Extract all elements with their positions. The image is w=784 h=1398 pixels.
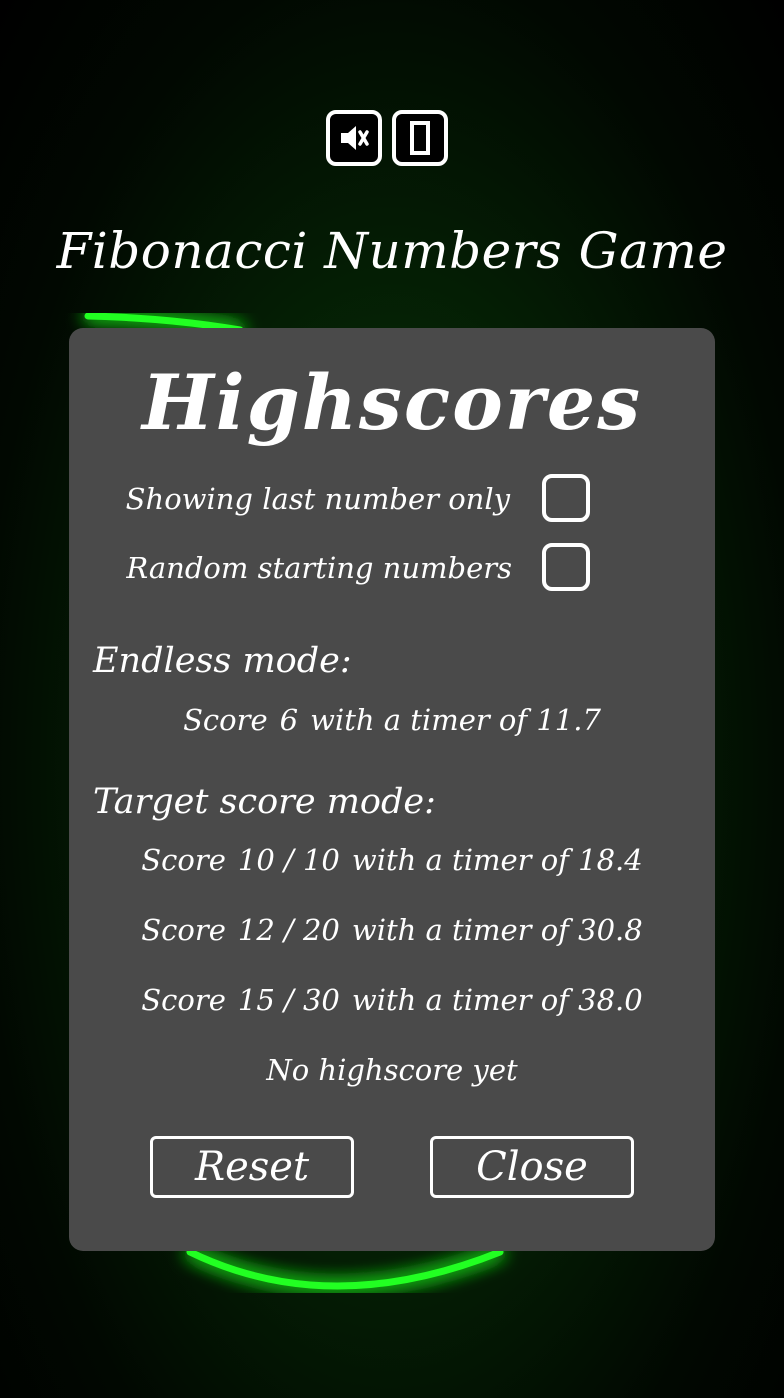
score-value: 15 / 30 [237, 983, 340, 1017]
phone-portrait-icon [410, 121, 430, 155]
score-word: Score [141, 843, 226, 877]
speaker-muted-icon [341, 126, 369, 150]
score-word: Score [141, 983, 226, 1017]
timer-text: with a timer of 30.8 [351, 913, 643, 947]
target-score-line-10: Score 10 / 10 with a timer of 18.4 [69, 843, 715, 877]
option-label: Random starting numbers [126, 551, 512, 585]
endless-mode-heading: Endless mode: [93, 641, 352, 681]
timer-text: with a timer of 38.0 [351, 983, 643, 1017]
random-start-checkbox[interactable] [542, 543, 590, 591]
option-random-start: Random starting numbers [69, 543, 715, 591]
target-mode-heading: Target score mode: [93, 782, 436, 822]
score-word: Score [141, 913, 226, 947]
highscores-panel: Highscores Showing last number only Rand… [69, 328, 715, 1251]
no-highscore-text: No highscore yet [266, 1053, 518, 1087]
option-label: Showing last number only [125, 482, 510, 516]
score-value: 6 [279, 703, 299, 737]
score-word: Score [183, 703, 268, 737]
game-title: Fibonacci Numbers Game [56, 222, 728, 280]
sound-toggle-button[interactable] [326, 110, 382, 166]
top-controls [326, 110, 448, 166]
endless-score-line: Score 6 with a timer of 11.7 [69, 703, 715, 737]
score-value: 12 / 20 [237, 913, 340, 947]
target-score-line-20: Score 12 / 20 with a timer of 30.8 [69, 913, 715, 947]
orientation-toggle-button[interactable] [392, 110, 448, 166]
glow-ring-bottom-arc [186, 1248, 504, 1290]
highscores-title: Highscores [141, 358, 642, 447]
option-last-number-only: Showing last number only [69, 474, 715, 522]
close-button[interactable]: Close [430, 1136, 634, 1198]
timer-text: with a timer of 11.7 [310, 703, 601, 737]
target-score-line-30: Score 15 / 30 with a timer of 38.0 [69, 983, 715, 1017]
timer-text: with a timer of 18.4 [351, 843, 643, 877]
game-screen: Fibonacci Numbers Game Highscores Showin… [0, 0, 784, 1398]
score-value: 10 / 10 [237, 843, 340, 877]
reset-button[interactable]: Reset [150, 1136, 354, 1198]
last-number-only-checkbox[interactable] [542, 474, 590, 522]
